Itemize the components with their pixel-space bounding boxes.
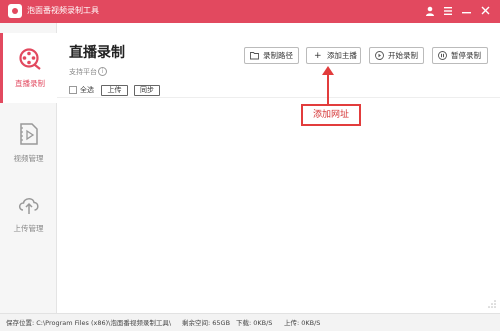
upload-button[interactable]: 上传 <box>101 85 128 96</box>
app-logo-icon <box>8 4 22 18</box>
cloud-upload-icon <box>18 198 39 214</box>
plus-icon: + <box>314 51 322 61</box>
page-title: 直播录制 <box>69 45 125 61</box>
sidebar-item-label: 上传管理 <box>13 224 44 233</box>
sidebar: 直播录制 视频管理 上传管理 <box>0 23 57 313</box>
save-location-text: 保存位置: C:\Program Files (x86)\泡面番视频录制工具\ <box>6 319 172 327</box>
select-all-checkbox[interactable] <box>69 86 77 94</box>
minimize-icon[interactable] <box>459 3 473 19</box>
supported-platforms-label: 支持平台 <box>69 68 97 76</box>
select-all-label: 全选 <box>80 86 94 94</box>
record-path-button[interactable]: 录制路径 <box>244 47 299 64</box>
free-space-text: 剩余空间: 65GB <box>182 319 231 327</box>
video-file-icon <box>19 123 38 145</box>
sidebar-item-live-record[interactable]: 直播录制 <box>0 33 57 103</box>
info-icon[interactable]: i <box>98 67 107 76</box>
play-icon <box>375 51 384 60</box>
sidebar-item-label: 直播录制 <box>15 79 45 88</box>
download-speed-text: 下载: 0KB/S <box>236 319 273 327</box>
callout-line <box>327 74 329 104</box>
upload-speed-text: 上传: 0KB/S <box>284 319 321 327</box>
start-record-label: 开始录制 <box>388 51 418 60</box>
sync-button[interactable]: 同步 <box>134 85 160 96</box>
add-host-label: 添加主播 <box>326 51 357 60</box>
resize-grip-icon[interactable] <box>487 299 497 309</box>
menu-icon[interactable] <box>441 3 455 19</box>
folder-icon <box>250 52 259 60</box>
title-bar: 泡面番视频录制工具 <box>0 0 500 23</box>
window-title: 泡面番视频录制工具 <box>27 6 99 15</box>
callout-label: 添加网址 <box>301 104 361 126</box>
status-bar: 保存位置: C:\Program Files (x86)\泡面番视频录制工具\ … <box>0 313 500 331</box>
start-record-button[interactable]: 开始录制 <box>369 47 424 64</box>
pause-record-button[interactable]: 暂停录制 <box>432 47 488 64</box>
host-list-area <box>57 97 500 313</box>
user-icon[interactable] <box>423 3 437 19</box>
sidebar-item-label: 视频管理 <box>13 154 44 163</box>
film-reel-icon <box>19 48 41 70</box>
add-host-button[interactable]: + 添加主播 <box>306 47 361 64</box>
sidebar-item-upload-manage[interactable]: 上传管理 <box>0 178 57 248</box>
pause-icon <box>438 51 447 60</box>
pause-record-label: 暂停录制 <box>451 51 481 60</box>
sidebar-item-video-manage[interactable]: 视频管理 <box>0 108 57 178</box>
record-path-label: 录制路径 <box>263 51 293 60</box>
close-icon[interactable] <box>478 3 492 19</box>
